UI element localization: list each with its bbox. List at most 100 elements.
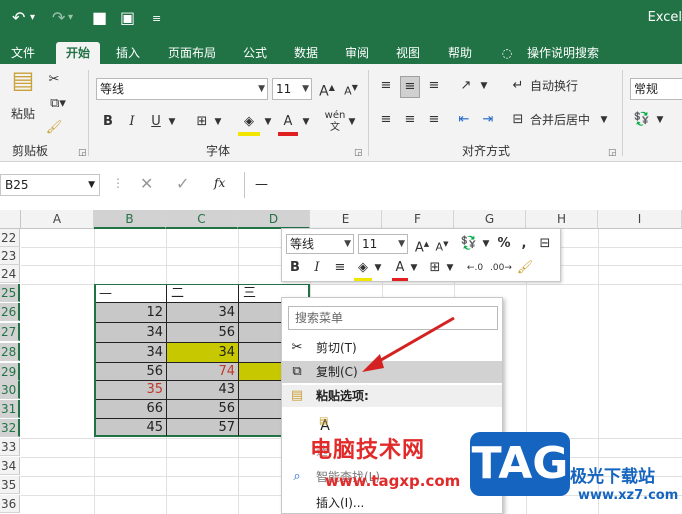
chevron-down-icon[interactable]: ▼: [346, 112, 358, 132]
paste-label[interactable]: 粘贴: [6, 104, 40, 124]
cell-b31[interactable]: 66: [96, 400, 166, 418]
tab-page-layout[interactable]: 页面布局: [162, 42, 222, 64]
chevron-down-icon[interactable]: ▼: [372, 258, 384, 278]
formula-input[interactable]: —: [244, 172, 682, 198]
shrink-font-button[interactable]: A▼: [342, 78, 360, 102]
font-color-icon[interactable]: A: [278, 112, 298, 136]
mini-increase-decimal-icon[interactable]: ←.0: [464, 258, 486, 278]
mini-borders-icon[interactable]: ⊞: [426, 258, 444, 278]
copy-icon[interactable]: ⧉▾: [44, 94, 72, 114]
mini-fill-color-icon[interactable]: ◈: [354, 258, 372, 281]
font-launcher-icon[interactable]: ◲: [354, 148, 363, 158]
cell-b30[interactable]: 35: [96, 381, 166, 399]
cell-b26[interactable]: 12: [96, 304, 166, 322]
mini-merge-icon[interactable]: ⊟: [536, 234, 554, 254]
align-bottom-icon[interactable]: ≡: [424, 76, 444, 96]
row-header-27[interactable]: 27: [0, 323, 20, 341]
tab-data[interactable]: 数据: [286, 42, 326, 64]
column-header-b[interactable]: B: [94, 210, 166, 229]
bold-button[interactable]: B: [100, 112, 116, 132]
mini-percent-button[interactable]: %: [496, 234, 512, 254]
column-header-a[interactable]: A: [21, 210, 94, 229]
chevron-down-icon[interactable]: ▼: [478, 76, 490, 96]
mini-comma-button[interactable]: ,: [518, 234, 530, 254]
tab-help[interactable]: 帮助: [440, 42, 480, 64]
cell-b29[interactable]: 56: [96, 363, 166, 381]
cell-b32[interactable]: 45: [96, 419, 166, 437]
increase-indent-icon[interactable]: ⇥: [478, 110, 498, 130]
chevron-down-icon[interactable]: ▼: [166, 112, 178, 132]
undo-dropdown-icon[interactable]: ▾: [30, 12, 35, 23]
save-icon[interactable]: ■: [92, 8, 107, 27]
column-header-h[interactable]: H: [526, 210, 598, 229]
cell-c29[interactable]: 74: [168, 363, 238, 381]
tab-view[interactable]: 视图: [388, 42, 428, 64]
mini-bold-button[interactable]: B: [288, 258, 302, 278]
mini-number-format-icon[interactable]: 💱: [458, 234, 480, 254]
row-header-35[interactable]: 35: [0, 476, 20, 494]
mini-grow-font-icon[interactable]: A▲: [414, 234, 430, 258]
name-box[interactable]: B25 ▼: [0, 174, 100, 196]
tab-formulas[interactable]: 公式: [236, 42, 274, 64]
row-header-26[interactable]: 26: [0, 303, 20, 321]
insert-function-button[interactable]: fx: [214, 176, 225, 190]
font-size-select[interactable]: 11 ▼: [272, 78, 312, 100]
row-header-32[interactable]: 32: [0, 419, 20, 437]
chevron-down-icon[interactable]: ▼: [262, 112, 274, 132]
cell-b27[interactable]: 34: [96, 324, 166, 342]
tab-home[interactable]: 开始: [56, 42, 100, 64]
decrease-indent-icon[interactable]: ⇤: [454, 110, 474, 130]
column-header-e[interactable]: E: [310, 210, 382, 229]
format-painter-icon[interactable]: 🖌: [44, 118, 64, 138]
mini-decrease-decimal-icon[interactable]: .00→: [490, 258, 512, 278]
menu-item-insert[interactable]: 插入(I)...: [282, 492, 502, 514]
cell-c31[interactable]: 56: [168, 400, 238, 418]
italic-button[interactable]: I: [124, 112, 140, 132]
align-center-icon[interactable]: ≡: [400, 110, 420, 130]
chevron-down-icon[interactable]: ▼: [300, 112, 312, 132]
chevron-down-icon[interactable]: ▼: [654, 110, 666, 130]
cut-icon[interactable]: ✂: [44, 70, 64, 90]
merge-center-button[interactable]: 合并后居中: [530, 110, 590, 130]
cell-c30[interactable]: 43: [168, 381, 238, 399]
row-header-22[interactable]: 22: [0, 229, 20, 247]
column-header-g[interactable]: G: [454, 210, 526, 229]
fill-color-icon[interactable]: ◈: [238, 112, 260, 136]
row-header-36[interactable]: 36: [0, 495, 20, 513]
phonetic-icon[interactable]: wén 文: [324, 110, 346, 134]
cell-c28[interactable]: 34: [168, 344, 238, 362]
row-header-24[interactable]: 24: [0, 265, 20, 283]
align-left-icon[interactable]: ≡: [376, 110, 396, 130]
tell-me-search[interactable]: 操作说明搜索: [520, 42, 606, 64]
merge-center-icon[interactable]: ⊟: [510, 110, 526, 130]
tab-insert[interactable]: 插入: [108, 42, 148, 64]
column-header-f[interactable]: F: [382, 210, 454, 229]
row-header-34[interactable]: 34: [0, 457, 20, 475]
wrap-text-button[interactable]: 自动换行: [530, 76, 578, 96]
cell-b28[interactable]: 34: [96, 344, 166, 362]
column-header-d[interactable]: D: [238, 210, 310, 229]
customize-toolbar-icon[interactable]: ≡: [152, 12, 161, 25]
row-header-31[interactable]: 31: [0, 400, 20, 418]
orientation-icon[interactable]: ↗: [456, 76, 476, 96]
column-header-c[interactable]: C: [166, 210, 238, 229]
column-header-i[interactable]: I: [598, 210, 682, 229]
row-header-33[interactable]: 33: [0, 438, 20, 456]
accounting-format-icon[interactable]: 💱: [632, 110, 652, 130]
align-top-icon[interactable]: ≡: [376, 76, 396, 96]
mini-font-size-select[interactable]: 11 ▼: [358, 234, 408, 254]
row-header-23[interactable]: 23: [0, 247, 20, 265]
grow-font-button[interactable]: A▲: [318, 78, 336, 102]
alignment-launcher-icon[interactable]: ◲: [608, 148, 617, 158]
tab-file[interactable]: 文件: [4, 42, 42, 64]
mini-align-icon[interactable]: ≡: [332, 258, 348, 278]
row-header-30[interactable]: 30: [0, 381, 20, 399]
borders-icon[interactable]: ⊞: [192, 112, 212, 132]
row-header-29[interactable]: 29: [0, 363, 20, 381]
redo-icon[interactable]: ↷: [52, 8, 65, 27]
cell-c32[interactable]: 57: [168, 419, 238, 437]
cell-c27[interactable]: 56: [168, 324, 238, 342]
enter-icon[interactable]: ✓: [176, 174, 189, 193]
cell-c26[interactable]: 34: [168, 304, 238, 322]
paste-icon[interactable]: ▤: [8, 68, 38, 100]
